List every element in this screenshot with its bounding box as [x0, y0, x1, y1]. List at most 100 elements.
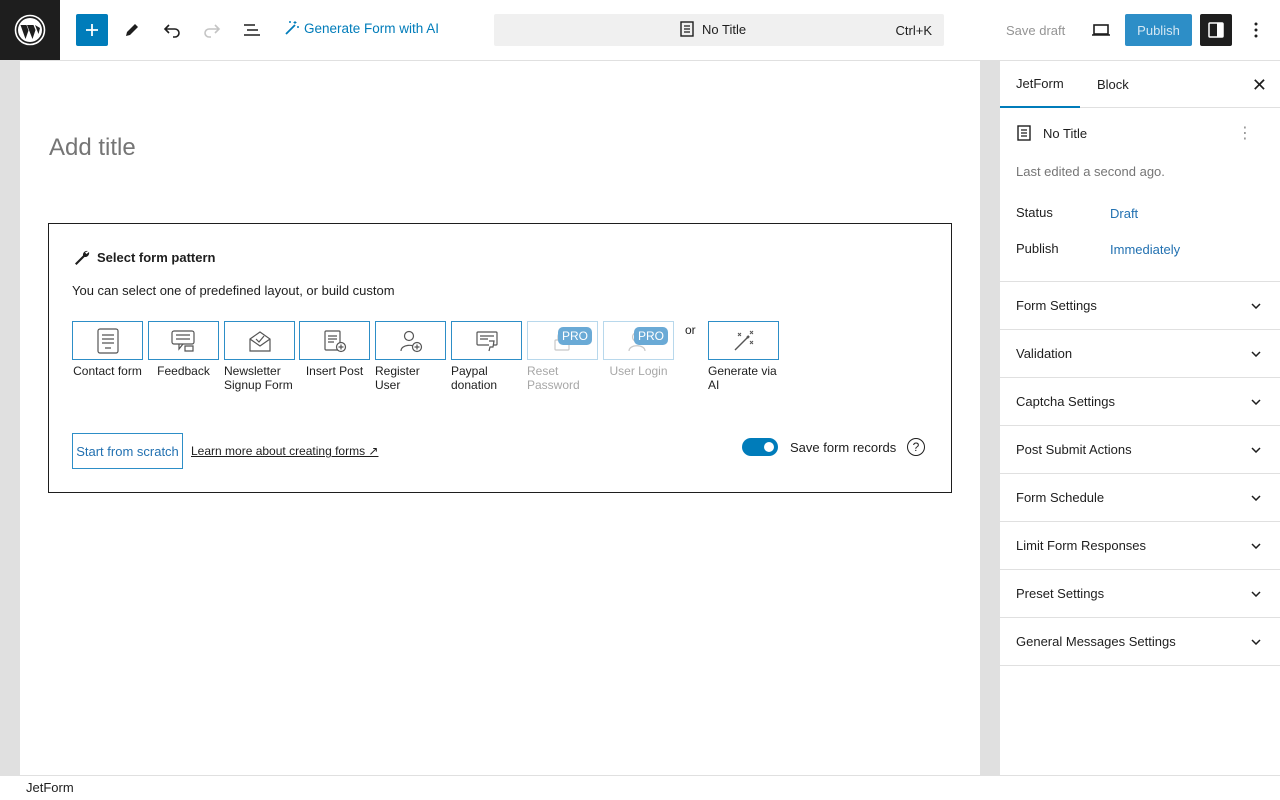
- pattern-insert-post[interactable]: Insert Post: [299, 321, 370, 378]
- chevron-down-icon: [1251, 350, 1261, 357]
- undo-button[interactable]: [156, 14, 188, 46]
- wordpress-logo-button[interactable]: [0, 0, 60, 60]
- pattern-heading: Select form pattern: [73, 248, 215, 266]
- pattern-label: Reset Password: [527, 364, 580, 392]
- publish-date-button[interactable]: Immediately: [1110, 242, 1180, 257]
- pattern-paypal-donation[interactable]: Paypal donation: [451, 321, 522, 392]
- panel-title: Form Schedule: [1016, 490, 1105, 505]
- panel-captcha-settings[interactable]: Captcha Settings: [1000, 378, 1280, 426]
- chevron-down-icon: [1251, 638, 1261, 645]
- settings-panels: Form Settings Validation Captcha Setting…: [1000, 281, 1280, 666]
- tab-block[interactable]: Block: [1081, 61, 1145, 108]
- close-icon[interactable]: ✕: [1252, 75, 1267, 96]
- keyboard-shortcut: Ctrl+K: [895, 23, 932, 38]
- help-glyph: ?: [912, 440, 920, 454]
- learn-more-link[interactable]: Learn more about creating forms ↗: [191, 444, 378, 458]
- panel-form-schedule[interactable]: Form Schedule: [1000, 474, 1280, 522]
- register-user-icon: [399, 330, 422, 352]
- panel-general-messages-settings[interactable]: General Messages Settings: [1000, 618, 1280, 666]
- pro-badge: PRO: [633, 327, 668, 345]
- feedback-icon: [170, 329, 195, 352]
- sidebar-doc-title: No Title: [1043, 125, 1088, 141]
- pattern-reset-password[interactable]: PRO Reset Password: [527, 321, 598, 392]
- magic-wand-icon: [734, 330, 753, 350]
- paypal-icon: [475, 330, 498, 351]
- pattern-label: Register User: [375, 364, 420, 392]
- chevron-down-icon: [1251, 494, 1261, 501]
- tools-button[interactable]: [116, 14, 148, 46]
- pattern-label: Paypal donation: [451, 364, 498, 392]
- breadcrumb-jetform[interactable]: JetForm: [26, 780, 74, 795]
- pattern-register-user[interactable]: Register User: [375, 321, 446, 392]
- panel-form-settings[interactable]: Form Settings: [1000, 282, 1280, 330]
- sidebar-tabs: JetForm Block ✕: [1000, 61, 1280, 108]
- panel-title: Limit Form Responses: [1016, 538, 1147, 553]
- panel-validation[interactable]: Validation: [1000, 330, 1280, 378]
- panel-title: Validation: [1016, 346, 1073, 361]
- wordpress-icon: [14, 14, 46, 46]
- panel-title: Preset Settings: [1016, 586, 1105, 601]
- pattern-label: Newsletter Signup Form: [224, 364, 293, 392]
- add-block-button[interactable]: [76, 14, 108, 46]
- pattern-feedback[interactable]: Feedback: [148, 321, 219, 378]
- pattern-label: Contact form: [73, 364, 142, 378]
- save-records-toggle[interactable]: [742, 438, 778, 456]
- panel-preset-settings[interactable]: Preset Settings: [1000, 570, 1280, 618]
- wrench-icon: [75, 250, 90, 265]
- help-icon[interactable]: ?: [907, 438, 925, 456]
- undo-icon: [163, 24, 180, 38]
- document-icon: [1017, 125, 1031, 141]
- publish-button[interactable]: Publish: [1125, 14, 1192, 46]
- pattern-contact-form[interactable]: Contact form: [72, 321, 143, 378]
- panel-post-submit-actions[interactable]: Post Submit Actions: [1000, 426, 1280, 474]
- panel-title: Post Submit Actions: [1016, 442, 1132, 457]
- kebab-icon: [1254, 22, 1258, 38]
- start-from-scratch-button[interactable]: Start from scratch: [72, 433, 183, 469]
- chevron-down-icon: [1251, 302, 1261, 309]
- document-icon: [680, 21, 694, 37]
- post-title-input[interactable]: Add title: [49, 134, 136, 162]
- document-actions-kebab-icon[interactable]: ⋮: [1237, 123, 1253, 143]
- pencil-icon: [126, 24, 138, 36]
- options-menu-button[interactable]: [1240, 14, 1272, 46]
- chevron-down-icon: [1251, 590, 1261, 597]
- pattern-description: You can select one of predefined layout,…: [72, 283, 395, 298]
- pattern-label: Feedback: [157, 364, 210, 378]
- insert-post-icon: [323, 329, 346, 352]
- panel-limit-form-responses[interactable]: Limit Form Responses: [1000, 522, 1280, 570]
- command-palette-bar[interactable]: No Title Ctrl+K: [494, 14, 944, 46]
- tab-jetform[interactable]: JetForm: [1000, 61, 1080, 108]
- settings-sidebar: JetForm Block ✕ No Title ⋮ Last edited a…: [999, 61, 1280, 775]
- status-label: Status: [1016, 205, 1053, 220]
- magic-wand-icon: [285, 21, 299, 35]
- redo-button[interactable]: [196, 14, 228, 46]
- pattern-generate-ai[interactable]: Generate via AI: [708, 321, 779, 392]
- publish-label: Publish: [1016, 241, 1059, 256]
- sidebar-icon: [1208, 22, 1224, 38]
- generate-form-ai-label: Generate Form with AI: [304, 20, 440, 36]
- or-separator: or: [685, 323, 696, 337]
- list-view-icon: [244, 24, 260, 36]
- top-toolbar: Generate Form with AI No Title Ctrl+K Sa…: [0, 0, 1280, 61]
- newsletter-icon: [248, 330, 271, 352]
- list-view-button[interactable]: [236, 14, 268, 46]
- status-value-button[interactable]: Draft: [1110, 206, 1138, 221]
- chevron-down-icon: [1251, 398, 1261, 405]
- save-draft-button[interactable]: Save draft: [1006, 23, 1065, 38]
- pattern-user-login[interactable]: PRO User Login: [603, 321, 674, 378]
- generate-form-ai-button[interactable]: Generate Form with AI: [284, 20, 439, 36]
- chevron-down-icon: [1251, 446, 1261, 453]
- pattern-label: Generate via AI: [708, 364, 777, 392]
- document-summary: No Title: [1017, 125, 1087, 141]
- settings-toggle-button[interactable]: [1200, 14, 1232, 46]
- chevron-down-icon: [1251, 542, 1261, 549]
- panel-title: Captcha Settings: [1016, 394, 1116, 409]
- pattern-heading-text: Select form pattern: [97, 249, 216, 265]
- panel-title: Form Settings: [1016, 298, 1097, 313]
- pattern-label: Insert Post: [305, 364, 364, 378]
- form-pattern-block: Select form pattern You can select one o…: [48, 223, 952, 493]
- pattern-newsletter[interactable]: Newsletter Signup Form: [224, 321, 295, 392]
- preview-button[interactable]: [1085, 14, 1117, 46]
- plus-icon: [86, 24, 98, 36]
- save-records-label: Save form records: [790, 440, 897, 455]
